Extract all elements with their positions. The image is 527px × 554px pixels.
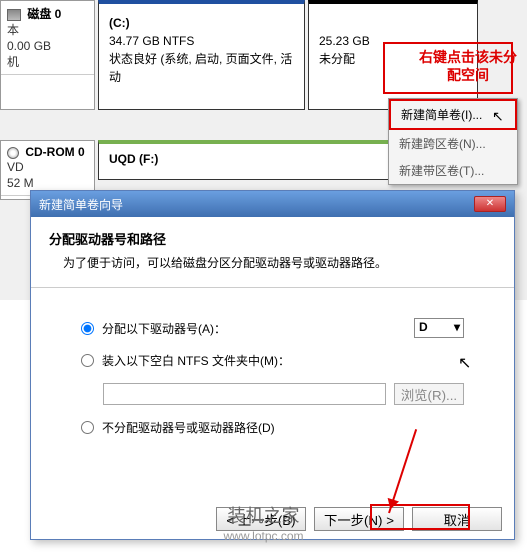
cursor-icon: ↖ xyxy=(458,353,471,373)
radio-no-assign[interactable] xyxy=(81,421,94,434)
cdrom-icon xyxy=(7,147,19,159)
radio-mount-folder[interactable] xyxy=(81,354,94,367)
part-f-label: UQD (F:) xyxy=(109,152,158,166)
disk-icon xyxy=(7,9,21,21)
menu-new-striped-volume[interactable]: 新建带区卷(T)... xyxy=(389,157,517,184)
menu-new-spanned-volume[interactable]: 新建跨区卷(N)... xyxy=(389,130,517,157)
close-button[interactable]: ✕ xyxy=(474,196,506,212)
disk-status: 机 xyxy=(7,54,88,70)
disk-size: 0.00 GB xyxy=(7,38,88,54)
part-c-status: 状态良好 (系统, 启动, 页面文件, 活动 xyxy=(109,50,294,86)
opt-assign-letter-label: 分配以下驱动器号(A)： xyxy=(102,320,226,337)
annotation-text: 右键点击该未分 配空间 xyxy=(419,48,517,84)
radio-assign-letter[interactable] xyxy=(81,322,94,335)
disk-type: 本 xyxy=(7,22,88,38)
wizard-dialog: 新建简单卷向导 ✕ 分配驱动器号和路径 为了便于访问，可以给磁盘分区分配驱动器号… xyxy=(30,190,515,540)
dialog-title: 新建简单卷向导 xyxy=(39,196,123,213)
mount-path-input[interactable] xyxy=(103,383,386,405)
part-c-size: 34.77 GB NTFS xyxy=(109,32,294,50)
browse-button[interactable]: 浏览(R)... xyxy=(394,383,464,405)
disk-title: 磁盘 0 xyxy=(27,7,61,21)
cursor-icon: ↖ xyxy=(492,108,504,125)
opt-no-assign-label: 不分配驱动器号或驱动器路径(D) xyxy=(102,419,275,436)
annotation-highlight xyxy=(370,504,470,530)
opt-mount-folder-label: 装入以下空白 NTFS 文件夹中(M)： xyxy=(102,352,290,369)
dialog-subheading: 为了便于访问，可以给磁盘分区分配驱动器号或驱动器路径。 xyxy=(49,254,496,271)
part-c-label: (C:) xyxy=(109,14,294,32)
drive-letter-select[interactable]: D xyxy=(414,318,464,338)
dialog-heading: 分配驱动器号和路径 xyxy=(49,229,496,248)
cdrom-title: CD-ROM 0 xyxy=(25,145,84,159)
partition-c[interactable]: (C:) 34.77 GB NTFS 状态良好 (系统, 启动, 页面文件, 活… xyxy=(98,0,305,110)
watermark: 装机之家 www.lotpc.com xyxy=(223,506,303,546)
